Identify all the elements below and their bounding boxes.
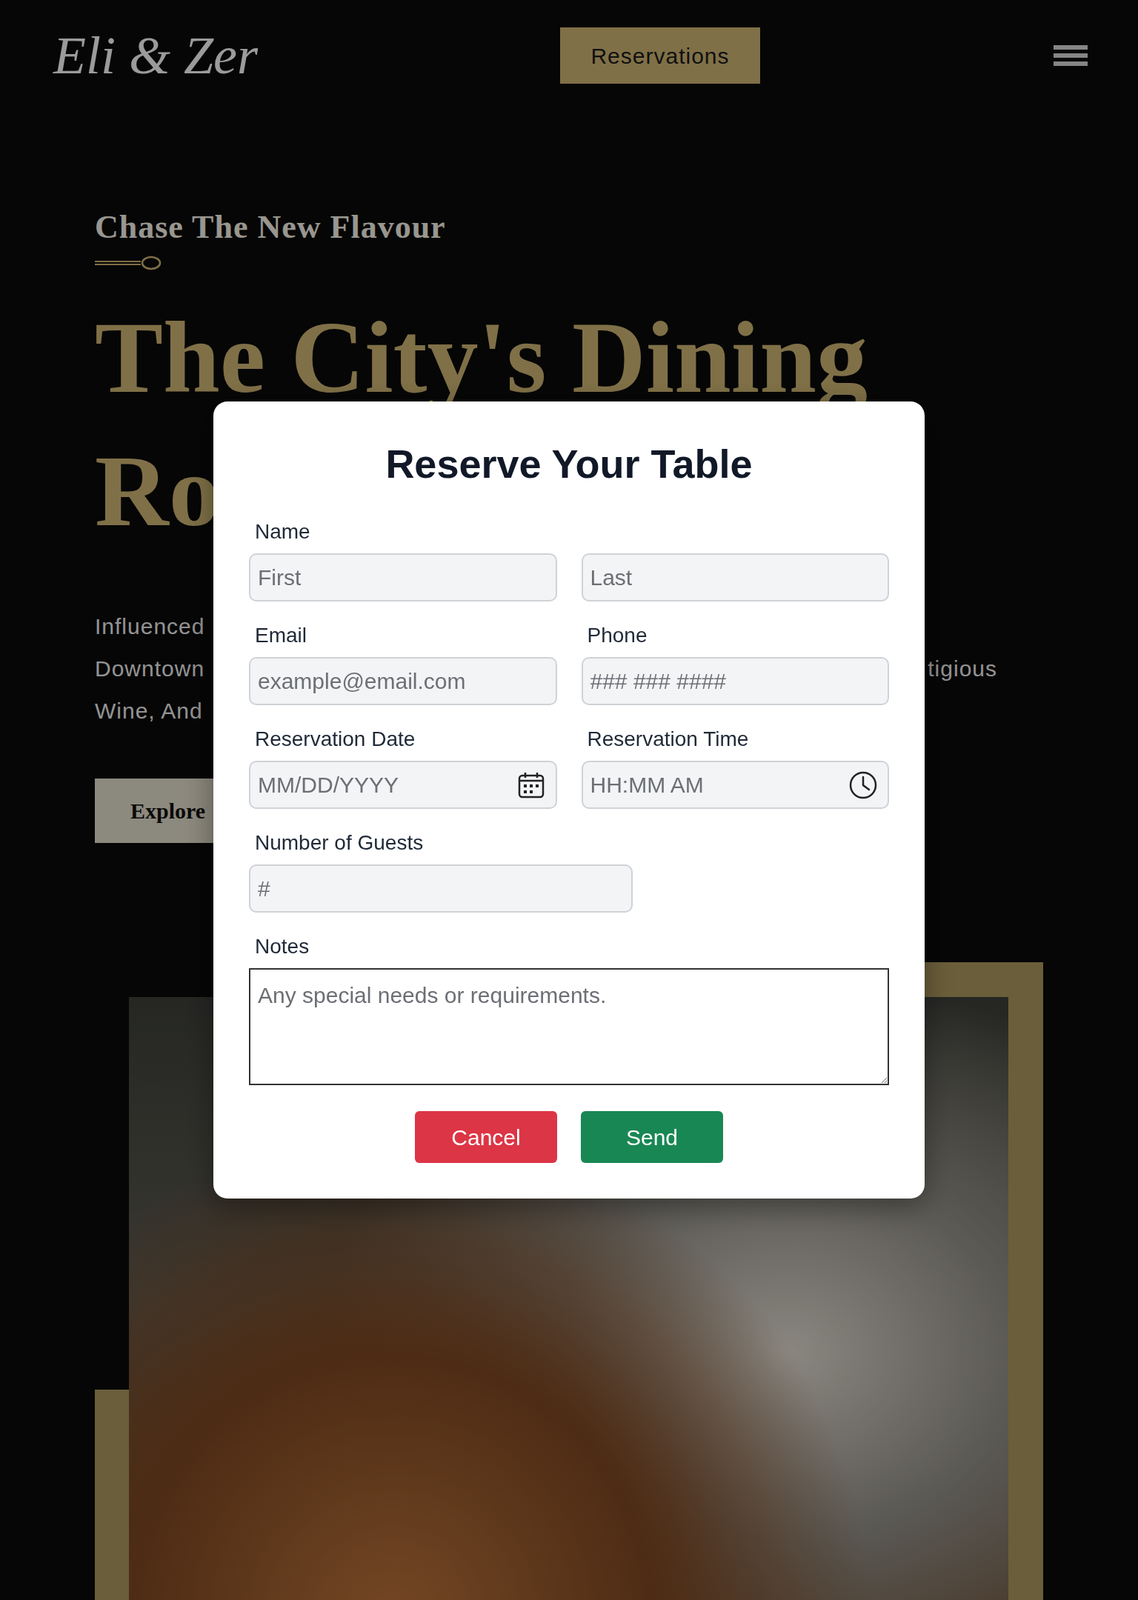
- field-box: [581, 657, 890, 706]
- field-label: Reservation Date: [248, 723, 558, 755]
- send-button[interactable]: Send: [580, 1111, 724, 1164]
- name-label: Name: [248, 516, 890, 548]
- field-box: [248, 657, 558, 706]
- tel-input[interactable]: [581, 657, 890, 706]
- cancel-button[interactable]: Cancel: [414, 1111, 558, 1164]
- form-field: Number of Guests: [248, 827, 890, 913]
- form-field: Email: [248, 620, 558, 706]
- field-box: [248, 864, 633, 913]
- field-box: [248, 760, 558, 810]
- field-label: Reservation Time: [581, 723, 890, 755]
- first-name-input[interactable]: [248, 553, 558, 602]
- field-box: [581, 760, 890, 810]
- calendar-icon: [515, 769, 547, 801]
- time-input[interactable]: [581, 760, 890, 810]
- modal-actions: Cancel Send: [248, 1111, 890, 1164]
- reservation-modal: Reserve Your Table Name Email Phone Reservat…: [213, 401, 925, 1199]
- modal-backdrop[interactable]: Reserve Your Table Name Email Phone Reservat…: [0, 0, 1138, 1600]
- date-input[interactable]: [248, 760, 558, 810]
- name-cell: [581, 553, 890, 602]
- form-field: Reservation Date: [248, 723, 558, 810]
- form-field: Reservation Time: [581, 723, 890, 810]
- notes-label: Notes: [248, 931, 890, 963]
- clock-icon: [847, 769, 879, 801]
- modal-title: Reserve Your Table: [248, 440, 890, 489]
- field-label: Email: [248, 620, 558, 652]
- notes-input[interactable]: [248, 968, 890, 1086]
- field-label: Phone: [581, 620, 890, 652]
- page: Eli & ZerReservationsChase The New Flavo…: [0, 0, 1138, 1600]
- name-cell: [248, 553, 558, 602]
- last-name-input[interactable]: [581, 553, 890, 602]
- notes-field: Notes: [248, 931, 890, 1086]
- number-input[interactable]: [248, 864, 633, 913]
- email-input[interactable]: [248, 657, 558, 706]
- form-field: Phone: [581, 620, 890, 706]
- reservation-form: Name Email Phone Reservation Date Reservatio…: [248, 516, 890, 1086]
- field-label: Number of Guests: [248, 827, 890, 859]
